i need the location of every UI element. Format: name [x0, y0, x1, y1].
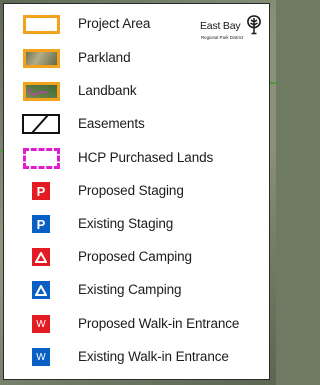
proposed-staging-symbol: P	[22, 180, 60, 202]
legend-item-proposed-walkin: W Proposed Walk-in Entrance	[4, 309, 269, 339]
map-legend: East Bay Regional Park District Project …	[3, 3, 270, 380]
legend-label: Proposed Staging	[78, 183, 184, 198]
easement-swatch	[22, 113, 60, 135]
proposed-walkin-symbol: W	[22, 313, 60, 335]
existing-walkin-symbol: W	[22, 346, 60, 368]
legend-label: Parkland	[78, 50, 131, 65]
legend-item-project-area: Project Area	[4, 9, 269, 39]
existing-walkin-icon: W	[32, 348, 50, 366]
legend-item-easements: Easements	[4, 109, 269, 139]
proposed-camping-symbol	[22, 246, 60, 268]
parkland-swatch	[22, 47, 60, 69]
legend-label: Easements	[78, 116, 145, 131]
tent-triangle-icon	[35, 251, 47, 263]
orange-outline-box-icon	[22, 14, 60, 34]
legend-label: Proposed Walk-in Entrance	[78, 316, 240, 331]
tent-triangle-icon	[35, 284, 47, 296]
proposed-walkin-icon: W	[32, 315, 50, 333]
legend-item-existing-staging: P Existing Staging	[4, 209, 269, 239]
landbank-pattern-icon	[26, 87, 48, 96]
landbank-texture-icon	[22, 81, 60, 101]
legend-item-parkland: Parkland	[4, 43, 269, 73]
legend-item-proposed-camping: Proposed Camping	[4, 242, 269, 272]
legend-label: Existing Camping	[78, 282, 182, 297]
legend-item-existing-walkin: W Existing Walk-in Entrance	[4, 342, 269, 372]
existing-camping-icon	[32, 281, 50, 299]
legend-label: Landbank	[78, 83, 137, 98]
hcp-swatch	[22, 147, 60, 169]
hatched-box-icon	[22, 114, 60, 134]
legend-label: Existing Walk-in Entrance	[78, 349, 229, 364]
proposed-staging-icon: P	[32, 182, 50, 200]
legend-label: HCP Purchased Lands	[78, 150, 214, 165]
parkland-texture-icon	[22, 48, 60, 68]
landbank-swatch	[22, 80, 60, 102]
existing-staging-symbol: P	[22, 213, 60, 235]
legend-label: Project Area	[78, 16, 151, 31]
existing-staging-icon: P	[32, 215, 50, 233]
legend-item-landbank: Landbank	[4, 76, 269, 106]
legend-item-proposed-staging: P Proposed Staging	[4, 176, 269, 206]
legend-item-hcp-lands: HCP Purchased Lands	[4, 143, 269, 173]
proposed-camping-icon	[32, 248, 50, 266]
project-area-swatch	[22, 13, 60, 35]
legend-label: Proposed Camping	[78, 249, 192, 264]
existing-camping-symbol	[22, 279, 60, 301]
legend-item-existing-camping: Existing Camping	[4, 275, 269, 305]
map-trail-line	[270, 82, 276, 84]
magenta-dashed-box-icon	[22, 147, 60, 169]
legend-label: Existing Staging	[78, 216, 174, 231]
